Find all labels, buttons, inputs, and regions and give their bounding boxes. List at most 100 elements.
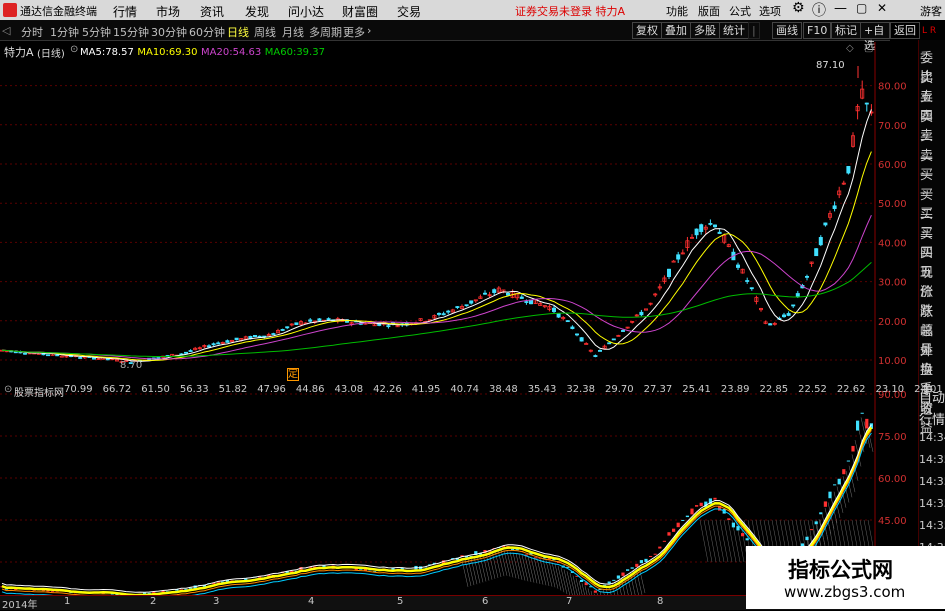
panel-lr-marker[interactable]: L R <box>922 26 936 36</box>
close-icon[interactable]: ✕ <box>877 1 887 15</box>
period-monthly[interactable]: 月线 <box>282 24 304 40</box>
menu-discover[interactable]: 发现 <box>245 3 269 20</box>
collapse-arrow-icon[interactable]: ◁ <box>2 24 10 37</box>
period-5min[interactable]: 5分钟 <box>82 24 111 40</box>
period-1min[interactable]: 1分钟 <box>50 24 79 40</box>
info-icon[interactable]: ⓘ <box>812 0 826 20</box>
indicator-candle <box>842 469 845 474</box>
period-weekly[interactable]: 周线 <box>254 24 276 40</box>
chart-window-icon[interactable]: ▢ <box>864 43 873 54</box>
expand-ma-icon[interactable]: ⊙ <box>70 44 78 55</box>
period-timeshare[interactable]: 分时 <box>21 24 43 40</box>
tick-time-5: 14:35 <box>919 497 945 510</box>
candle-body <box>106 359 109 360</box>
period-30min[interactable]: 30分钟 <box>151 24 187 40</box>
indicator-candle <box>621 573 624 576</box>
candle-body <box>718 232 721 233</box>
menu-ask[interactable]: 问小达 <box>288 3 324 20</box>
candle-body <box>695 229 698 235</box>
btn-multi-stock[interactable]: 多股 <box>690 22 720 39</box>
panel-toggle-1[interactable]: 行情 <box>919 409 945 428</box>
candlestick-chart[interactable]: 80.0070.0060.0050.0040.0030.0020.0010.00 <box>0 42 918 382</box>
indicator-candle <box>677 523 680 527</box>
candle-body <box>594 356 597 357</box>
menu-options[interactable]: 选项 <box>759 3 781 19</box>
indicator-candle <box>658 547 661 549</box>
candle-body <box>796 294 799 297</box>
indicator-candle <box>635 564 638 567</box>
candle-body <box>465 305 468 306</box>
month-1: 1 <box>64 596 70 607</box>
fixed-marker[interactable]: 定 <box>287 368 299 381</box>
menu-market[interactable]: 市场 <box>156 3 180 20</box>
btn-restore-rights[interactable]: 复权 <box>632 22 662 39</box>
btn-draw-line[interactable]: 画线 <box>772 22 802 39</box>
candle-body <box>286 327 289 328</box>
candle-body <box>552 308 555 311</box>
moving-average-line <box>2 262 871 356</box>
candle-body <box>327 319 330 320</box>
btn-mark[interactable]: 标记 <box>831 22 861 39</box>
y-tick-label: 40.00 <box>878 238 907 249</box>
candle-body <box>226 341 229 343</box>
candle-body <box>815 249 818 256</box>
candle-body <box>824 223 827 225</box>
indicator-settings-icon[interactable]: ⊙ <box>4 384 12 395</box>
indicator-value: 66.72 <box>103 384 132 395</box>
hatch-line <box>724 520 732 562</box>
indicator-candle <box>865 419 868 429</box>
candle-body <box>746 281 749 282</box>
period-daily[interactable]: 日线 <box>227 24 249 40</box>
hatch-line <box>558 566 564 592</box>
menu-trade[interactable]: 交易 <box>397 3 421 20</box>
indicator-candle <box>690 509 693 515</box>
candle-body <box>184 352 187 353</box>
indicator-candle <box>700 503 703 506</box>
menu-wealth[interactable]: 财富圈 <box>342 3 378 20</box>
more-arrow-icon[interactable]: › <box>367 24 371 37</box>
title-bar: 通达信金融终端 行情 市场 资讯 发现 问小达 财富圈 交易 证券交易未登录 特… <box>0 0 945 20</box>
minimize-icon[interactable]: — <box>834 1 847 16</box>
menu-formula[interactable]: 公式 <box>729 3 751 19</box>
menu-news[interactable]: 资讯 <box>200 3 224 20</box>
hatch-line <box>720 520 728 562</box>
month-3: 3 <box>213 596 219 607</box>
candle-body <box>309 320 312 321</box>
hatch-line <box>549 561 555 587</box>
indicator-value: 27.37 <box>644 384 673 395</box>
candle-body <box>235 338 238 340</box>
btn-f10[interactable]: F10 <box>803 22 831 39</box>
menu-layout[interactable]: 版面 <box>698 3 720 19</box>
indicator-value: 24.01 <box>914 384 943 395</box>
tick-time-2: 14:34 <box>919 431 945 444</box>
btn-overlay[interactable]: 叠加 <box>661 22 691 39</box>
period-more[interactable]: 更多 <box>343 24 365 40</box>
chart-diamond-icon[interactable]: ◇ <box>846 43 854 54</box>
indicator-value: 22.85 <box>760 384 789 395</box>
indicator-value: 42.26 <box>373 384 402 395</box>
indicator-value: 56.33 <box>180 384 209 395</box>
ma-legend: MA5:78.57 MA10:69.30 MA20:54.63 MA60:39.… <box>80 45 325 58</box>
indicator-candle <box>732 523 735 528</box>
period-multi[interactable]: 多周期 <box>309 24 342 40</box>
guest-label[interactable]: 游客 <box>920 3 942 19</box>
candle-body <box>506 293 509 295</box>
candle-body <box>217 343 220 344</box>
hatch-line <box>522 555 528 581</box>
candle-body <box>387 326 390 327</box>
menu-quotes[interactable]: 行情 <box>113 3 137 20</box>
settings-icon[interactable]: ⚙ <box>792 0 805 16</box>
candle-body <box>447 311 450 312</box>
menu-functions[interactable]: 功能 <box>666 3 688 19</box>
candle-body <box>92 358 95 359</box>
candle-body <box>865 103 868 104</box>
indicator-value: 32.38 <box>566 384 595 395</box>
btn-back[interactable]: 返回 <box>890 22 920 39</box>
btn-statistics[interactable]: 统计 <box>719 22 749 39</box>
indicator-candle <box>612 580 615 581</box>
hatch-line <box>564 569 570 595</box>
period-60min[interactable]: 60分钟 <box>189 24 225 40</box>
btn-add-watchlist[interactable]: +自选 <box>860 22 890 39</box>
period-15min[interactable]: 15分钟 <box>113 24 149 40</box>
maximize-icon[interactable]: ▢ <box>856 1 867 15</box>
